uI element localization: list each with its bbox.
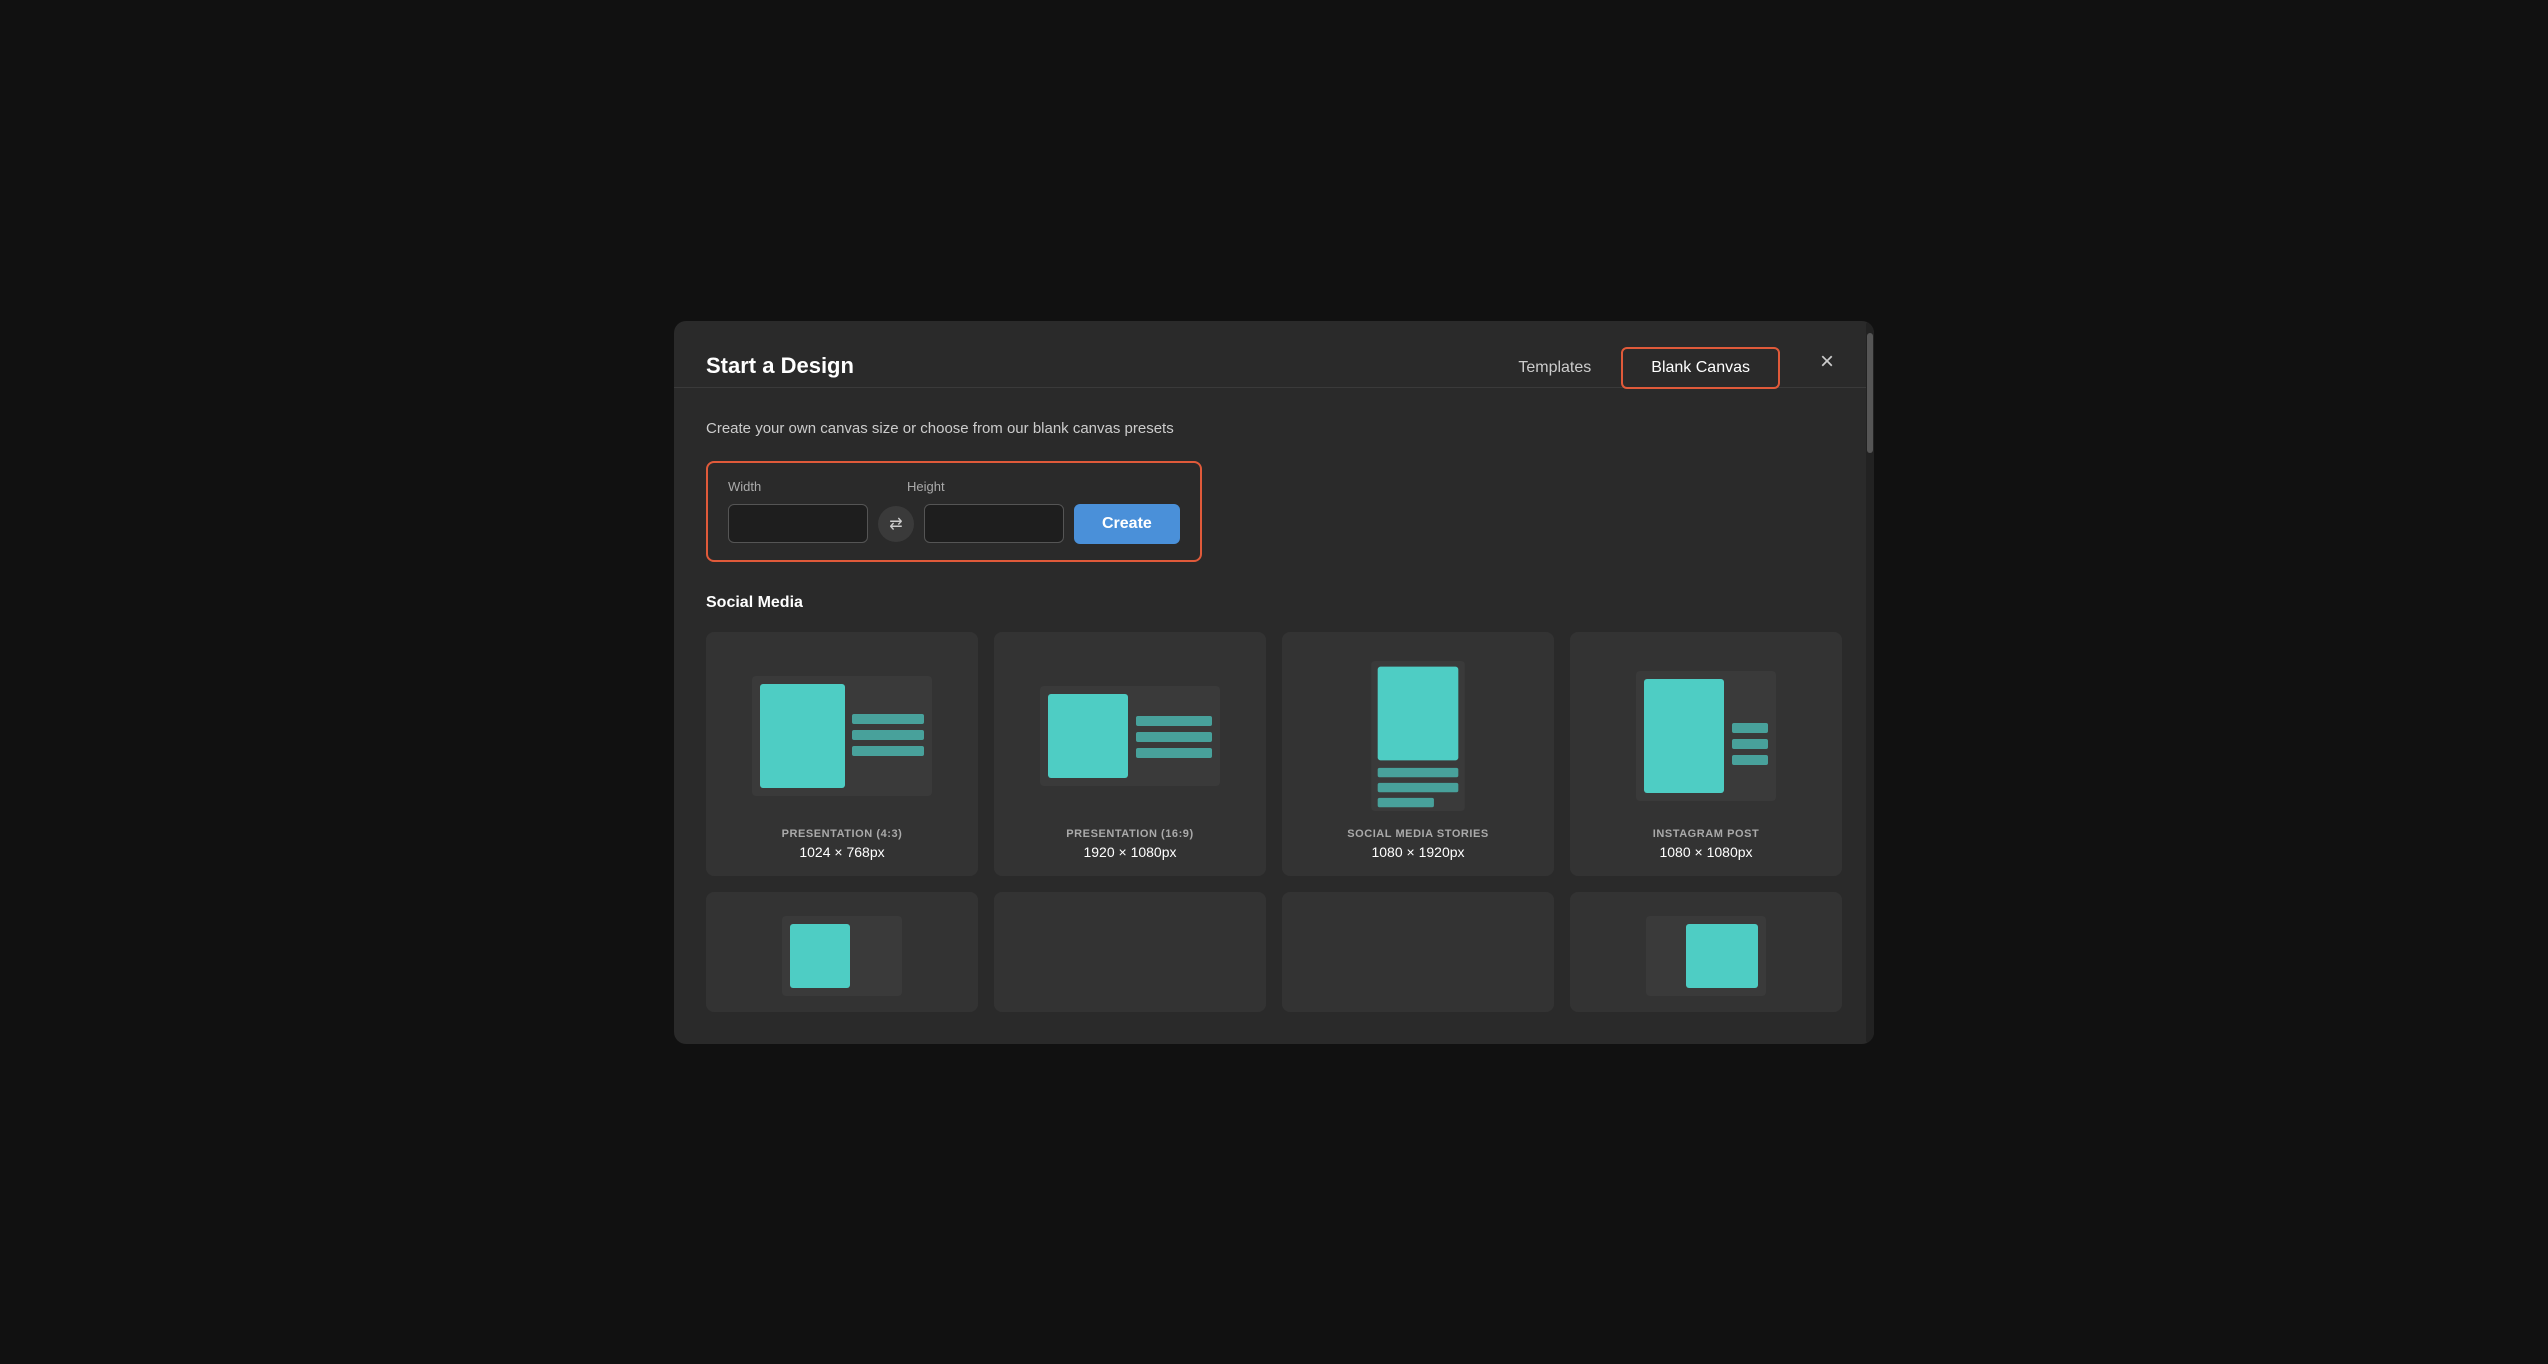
preset-social-media-stories[interactable]: SOCIAL MEDIA STORIES 1080 × 1920px bbox=[1282, 632, 1554, 876]
create-button[interactable]: Create bbox=[1074, 504, 1180, 544]
start-design-modal: Start a Design Templates Blank Canvas × … bbox=[674, 321, 1874, 1044]
preset-thumb-16-9 bbox=[1010, 656, 1250, 816]
preset-partial-4[interactable] bbox=[1570, 892, 1842, 1012]
preset-presentation-4-3[interactable]: PRESENTATION (4:3) 1024 × 768px bbox=[706, 632, 978, 876]
preset-thumb-instagram bbox=[1586, 656, 1826, 816]
modal-header: Start a Design Templates Blank Canvas × bbox=[674, 321, 1874, 388]
subtitle-text: Create your own canvas size or choose fr… bbox=[706, 420, 1842, 437]
presets-grid: PRESENTATION (4:3) 1024 × 768px PRE bbox=[706, 632, 1842, 876]
preset-name-stories: SOCIAL MEDIA STORIES bbox=[1347, 828, 1489, 840]
preset-dims-stories: 1080 × 1920px bbox=[1347, 844, 1489, 860]
canvas-size-box: Width Height ▲ ▼ ⇄ ▲ ▼ bbox=[706, 461, 1202, 562]
width-input-wrapper: ▲ ▼ bbox=[728, 504, 868, 543]
preset-name-16-9: PRESENTATION (16:9) bbox=[1066, 828, 1193, 840]
width-label: Width bbox=[728, 479, 873, 494]
preset-instagram-post[interactable]: INSTAGRAM POST 1080 × 1080px bbox=[1570, 632, 1842, 876]
preset-partial-1[interactable] bbox=[706, 892, 978, 1012]
height-input[interactable] bbox=[925, 505, 1064, 542]
preset-partial-2[interactable] bbox=[994, 892, 1266, 1012]
preset-info-16-9: PRESENTATION (16:9) 1920 × 1080px bbox=[1066, 828, 1193, 860]
tabs: Templates Blank Canvas bbox=[1488, 345, 1780, 387]
scrollbar[interactable] bbox=[1866, 321, 1874, 1044]
preset-info-4-3: PRESENTATION (4:3) 1024 × 768px bbox=[782, 828, 903, 860]
preset-thumb-stories bbox=[1298, 656, 1538, 816]
preset-name-4-3: PRESENTATION (4:3) bbox=[782, 828, 903, 840]
preset-dims-16-9: 1920 × 1080px bbox=[1066, 844, 1193, 860]
preset-thumb-4-3 bbox=[722, 656, 962, 816]
preset-dims-instagram: 1080 × 1080px bbox=[1653, 844, 1760, 860]
width-input[interactable] bbox=[729, 505, 868, 542]
height-input-wrapper: ▲ ▼ bbox=[924, 504, 1064, 543]
modal-title: Start a Design bbox=[706, 353, 854, 379]
bottom-presets-row bbox=[706, 892, 1842, 1012]
height-label: Height bbox=[907, 479, 1052, 494]
preset-info-stories: SOCIAL MEDIA STORIES 1080 × 1920px bbox=[1347, 828, 1489, 860]
preset-info-instagram: INSTAGRAM POST 1080 × 1080px bbox=[1653, 828, 1760, 860]
section-title-social-media: Social Media bbox=[706, 594, 1842, 612]
preset-partial-3[interactable] bbox=[1282, 892, 1554, 1012]
tab-blank-canvas[interactable]: Blank Canvas bbox=[1621, 347, 1780, 389]
scrollbar-thumb[interactable] bbox=[1867, 333, 1873, 453]
modal-body: Create your own canvas size or choose fr… bbox=[674, 388, 1874, 1044]
preset-name-instagram: INSTAGRAM POST bbox=[1653, 828, 1760, 840]
swap-dimensions-button[interactable]: ⇄ bbox=[878, 506, 914, 542]
close-button[interactable]: × bbox=[1812, 346, 1842, 378]
preset-presentation-16-9[interactable]: PRESENTATION (16:9) 1920 × 1080px bbox=[994, 632, 1266, 876]
size-inputs: ▲ ▼ ⇄ ▲ ▼ Create bbox=[728, 504, 1180, 544]
size-labels: Width Height bbox=[728, 479, 1180, 494]
tab-templates[interactable]: Templates bbox=[1488, 347, 1621, 389]
preset-dims-4-3: 1024 × 768px bbox=[782, 844, 903, 860]
